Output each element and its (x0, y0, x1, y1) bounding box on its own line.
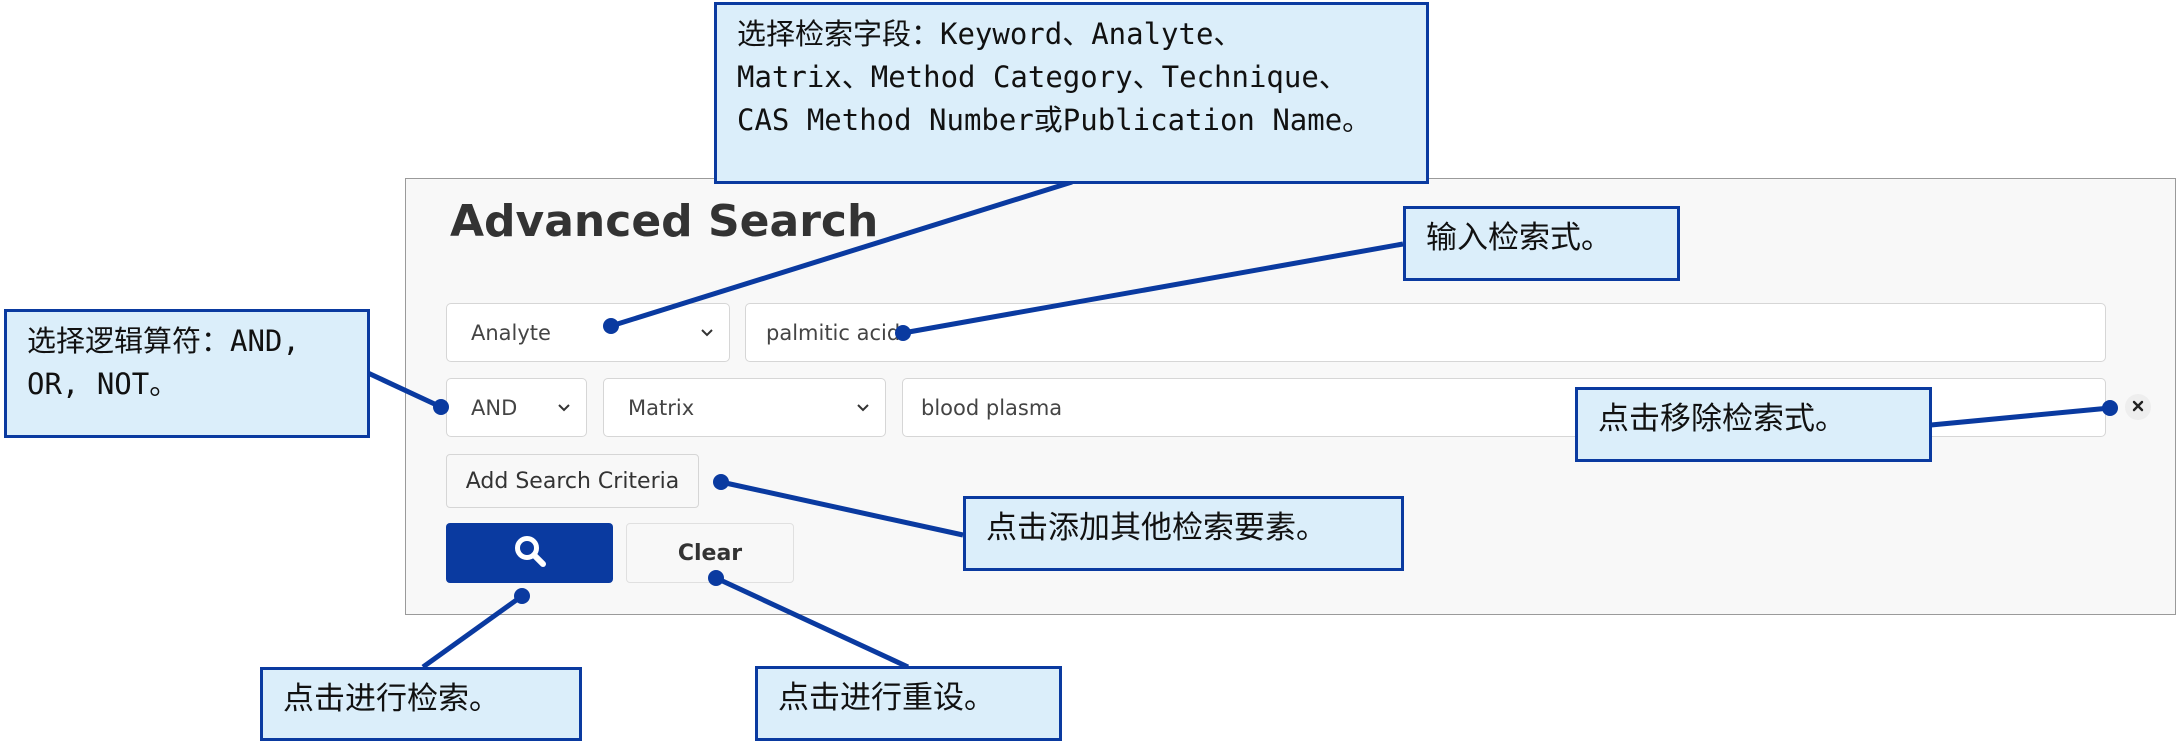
callout-select-operator: 选择逻辑算符：AND, OR, NOT。 (4, 309, 370, 438)
callout-add-criteria: 点击添加其他检索要素。 (963, 496, 1404, 571)
field-select-row1[interactable]: Analyte (446, 303, 730, 362)
chevron-down-icon (556, 399, 572, 415)
field-select-row2[interactable]: Matrix (603, 378, 886, 437)
chevron-down-icon (699, 324, 715, 340)
add-search-criteria-button[interactable]: Add Search Criteria (446, 454, 699, 508)
field-select-row2-value: Matrix (628, 395, 695, 420)
close-icon (2131, 398, 2145, 417)
callout-do-reset: 点击进行重设。 (755, 666, 1062, 741)
search-icon (513, 534, 547, 572)
search-term-row2-value: blood plasma (921, 395, 1063, 420)
callout-select-field: 选择检索字段：Keyword、Analyte、 Matrix、Method Ca… (714, 2, 1429, 184)
chevron-down-icon (855, 399, 871, 415)
callout-remove-query: 点击移除检索式。 (1575, 387, 1932, 462)
callout-do-search: 点击进行检索。 (260, 667, 582, 741)
search-button[interactable] (446, 523, 613, 583)
page-title: Advanced Search (450, 196, 879, 247)
search-term-input-row1[interactable]: palmitic acid (745, 303, 2106, 362)
field-select-row1-value: Analyte (471, 320, 551, 345)
clear-button[interactable]: Clear (626, 523, 794, 583)
operator-select-row2-value: AND (471, 395, 518, 420)
operator-select-row2[interactable]: AND (446, 378, 587, 437)
remove-criteria-button[interactable] (2125, 394, 2151, 420)
search-term-row1-value: palmitic acid (766, 320, 901, 345)
callout-enter-query: 输入检索式。 (1403, 206, 1680, 281)
